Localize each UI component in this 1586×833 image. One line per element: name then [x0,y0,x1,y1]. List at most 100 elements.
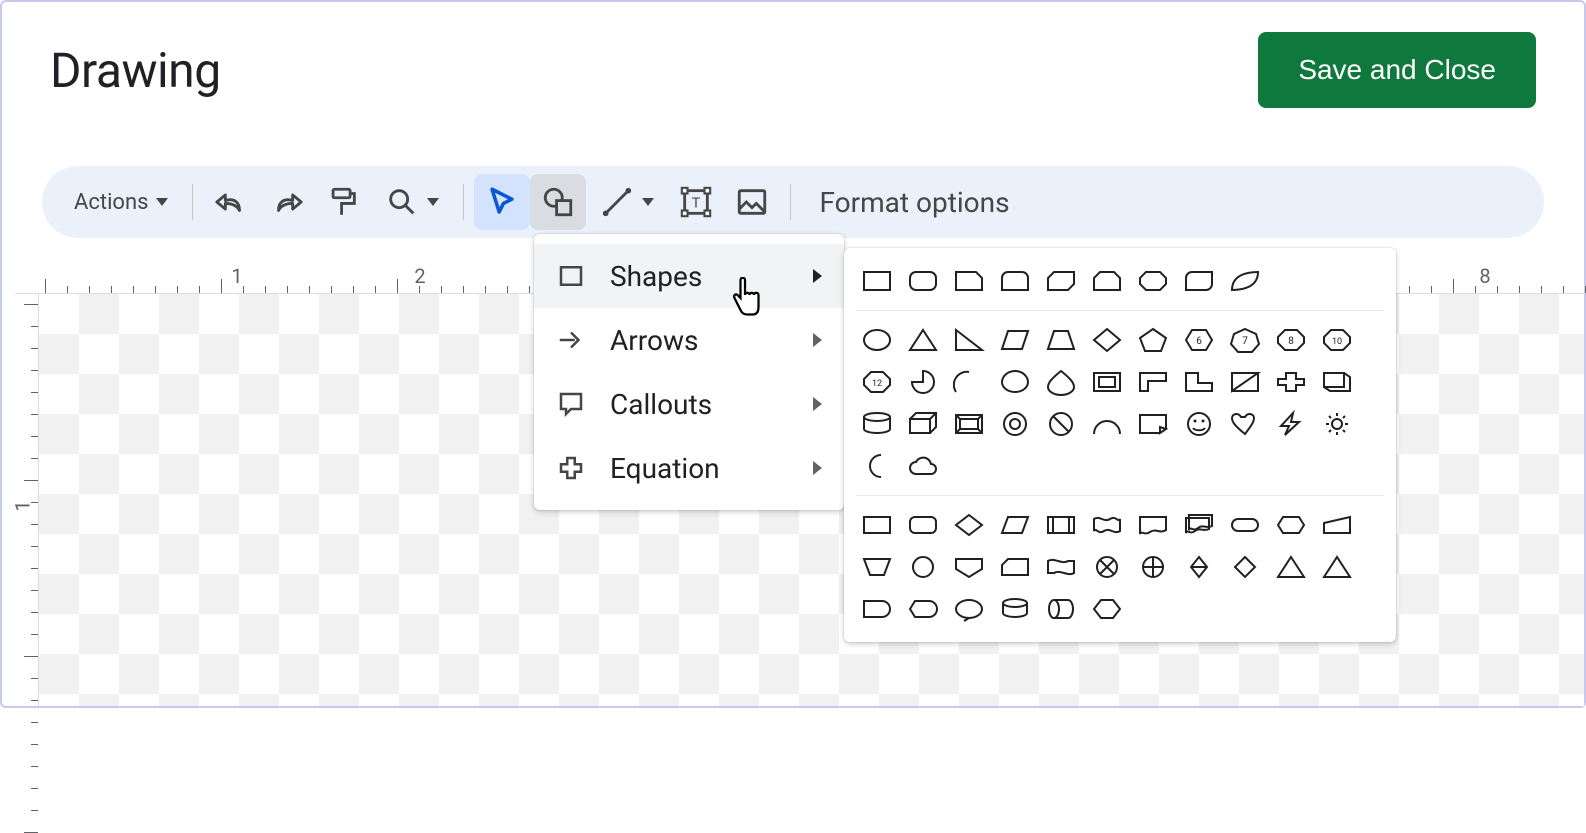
shape-round-rect[interactable] [906,266,940,296]
submenu-arrow-icon [813,397,822,411]
shape-flow-doc[interactable] [1136,510,1170,540]
shape-cloud[interactable] [906,451,940,481]
shape-flow-decision[interactable] [952,510,986,540]
menu-item-shapes[interactable]: Shapes [534,244,844,308]
shape-smiley[interactable] [1182,409,1216,439]
shape-drop[interactable] [1044,367,1078,397]
actions-menu-button[interactable]: Actions [60,174,182,230]
shape-octa-round[interactable] [1136,266,1170,296]
redo-button[interactable] [259,174,315,230]
shape-round-top[interactable] [998,266,1032,296]
shape-flow-storage[interactable] [860,594,894,624]
shape-flow-multidoc[interactable] [1182,510,1216,540]
select-tool-button[interactable] [474,174,530,230]
text-box-icon: T [679,185,713,219]
shape-snip-top[interactable] [1090,266,1124,296]
shape-hex-6[interactable]: 6 [1182,325,1216,355]
shape-flow-data[interactable] [998,510,1032,540]
shape-cylinder[interactable] [860,409,894,439]
shape-folded[interactable] [1136,409,1170,439]
shape-right-tri[interactable] [952,325,986,355]
shape-slash-rect[interactable] [1228,367,1262,397]
toolbar: Actions T Format options [42,166,1544,238]
shape-flow-terminator[interactable] [1228,510,1262,540]
shape-l-shape[interactable] [1182,367,1216,397]
shape-flow-loop[interactable] [952,594,986,624]
rect-icon [556,261,586,291]
shape-flow-sum[interactable] [1090,552,1124,582]
shape-flow-tape[interactable] [1044,552,1078,582]
ruler-number: 8 [1479,264,1490,288]
shape-cube[interactable] [906,409,940,439]
shape-flow-disk[interactable] [1044,594,1078,624]
shape-pentagon[interactable] [1136,325,1170,355]
shape-flow-trapdown[interactable] [860,552,894,582]
shape-parallelogram[interactable] [998,325,1032,355]
paint-format-button[interactable] [315,174,371,230]
shape-flow-predef[interactable] [1044,510,1078,540]
shape-trapezoid[interactable] [1044,325,1078,355]
shape-flow-db[interactable] [998,594,1032,624]
text-box-button[interactable]: T [668,174,724,230]
svg-text:8: 8 [1288,336,1294,347]
shape-flow-or[interactable] [1136,552,1170,582]
shape-corner[interactable] [1136,367,1170,397]
format-options-button[interactable]: Format options [801,186,1027,219]
shape-teardrop[interactable] [998,367,1032,397]
shape-diamond[interactable] [1090,325,1124,355]
image-button[interactable] [724,174,780,230]
shape-flow-circle[interactable] [906,552,940,582]
shape-cross[interactable] [1274,367,1308,397]
shape-flow-wave[interactable] [1090,510,1124,540]
shape-no-symbol[interactable] [1044,409,1078,439]
shape-snip-corner[interactable] [952,266,986,296]
shape-pie[interactable] [906,367,940,397]
shape-bevel[interactable] [952,409,986,439]
shape-hept-7[interactable]: 7 [1228,325,1262,355]
shape-flow-sort[interactable] [1182,552,1216,582]
shape-cube-hollow[interactable] [1320,367,1354,397]
shape-flow-merge[interactable] [1228,552,1262,582]
shape-dodec-12[interactable]: 12 [860,367,894,397]
shape-flow-delay[interactable] [1320,552,1354,582]
shape-flow-prep[interactable] [1274,510,1308,540]
menu-item-arrows[interactable]: Arrows [534,308,844,372]
shape-deca-10[interactable]: 10 [1320,325,1354,355]
line-tool-button[interactable] [586,174,668,230]
shape-flow-card[interactable] [998,552,1032,582]
shape-flow-direct[interactable] [1090,594,1124,624]
shape-tool-button[interactable] [530,174,586,230]
shape-leaf[interactable] [1228,266,1262,296]
shape-arc-half[interactable] [1090,409,1124,439]
menu-item-equation[interactable]: Equation [534,436,844,500]
zoom-button[interactable] [371,174,453,230]
shape-moon[interactable] [860,451,894,481]
shape-rect[interactable] [860,266,894,296]
save-and-close-button[interactable]: Save and Close [1258,32,1536,108]
shape-sun[interactable] [1320,409,1354,439]
shape-flow-rect[interactable] [860,510,894,540]
zoom-icon [385,185,419,219]
shape-arc[interactable] [952,367,986,397]
shape-lightning[interactable] [1274,409,1308,439]
shape-flow-manual-input[interactable] [1320,510,1354,540]
shape-snip-diag[interactable] [1044,266,1078,296]
shape-flow-extract[interactable] [1274,552,1308,582]
shape-flow-display[interactable] [906,594,940,624]
shape-icon [541,185,575,219]
shape-oct-8[interactable]: 8 [1274,325,1308,355]
undo-button[interactable] [203,174,259,230]
shape-frame[interactable] [1090,367,1124,397]
menu-item-label: Arrows [610,324,698,357]
shape-heart[interactable] [1228,409,1262,439]
vertical-ruler: 1 [15,294,39,706]
shape-round-diag[interactable] [1182,266,1216,296]
shape-triangle[interactable] [906,325,940,355]
paint-format-icon [326,185,360,219]
shape-circle[interactable] [860,325,894,355]
line-icon [600,185,634,219]
shape-flow-round[interactable] [906,510,940,540]
menu-item-callouts[interactable]: Callouts [534,372,844,436]
shape-donut[interactable] [998,409,1032,439]
shape-flow-offpage[interactable] [952,552,986,582]
